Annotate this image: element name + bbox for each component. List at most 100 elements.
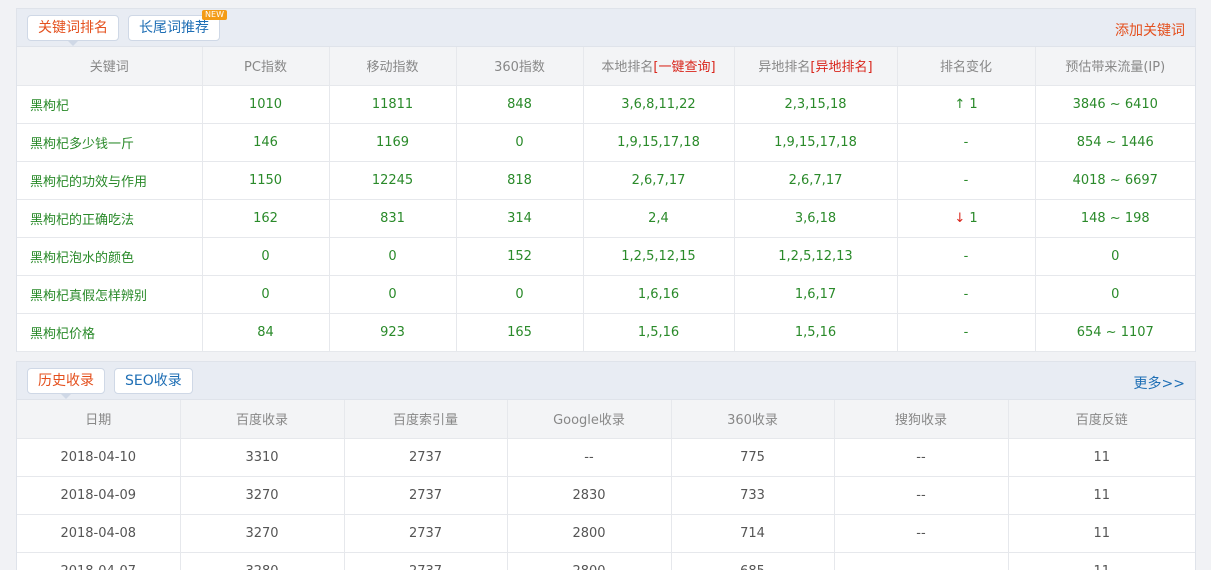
history-panel-header: 历史收录 SEO收录 更多>>: [17, 362, 1195, 400]
keyword-cell: 黑枸杞的功效与作用: [17, 161, 203, 200]
rank-change-cell: -: [897, 123, 1036, 162]
local-rank-cell: 1,5,16: [583, 313, 735, 352]
keyword-link[interactable]: 黑枸杞泡水的颜色: [30, 251, 134, 266]
traffic-cell: 854 ~ 1446: [1035, 123, 1195, 162]
rank-change-value: 1: [969, 210, 978, 226]
col-baidu: 百度收录: [180, 400, 345, 439]
s360-cell: 733: [671, 476, 835, 515]
tab-long-tail-recommend[interactable]: 长尾词推荐 NEW: [128, 10, 227, 41]
baidu-index-cell: 2737: [344, 476, 508, 515]
keyword-cell: 黑枸杞: [17, 85, 203, 124]
col-mobile-index: 移动指数: [329, 47, 457, 86]
rank-change-value: 1: [969, 96, 978, 112]
keyword-cell: 黑枸杞价格: [17, 313, 203, 352]
more-link[interactable]: 更多>>: [1134, 373, 1185, 393]
history-table: 日期 百度收录 百度索引量 Google收录 360收录 搜狗收录 百度反链 2…: [17, 400, 1195, 570]
one-click-query-link[interactable]: [一键查询]: [653, 60, 715, 75]
keyword-cell: 黑枸杞泡水的颜色: [17, 237, 203, 276]
table-header-row: 日期 百度收录 百度索引量 Google收录 360收录 搜狗收录 百度反链: [17, 400, 1195, 439]
col-backlinks: 百度反链: [1008, 400, 1195, 439]
keyword-cell: 黑枸杞多少钱一斤: [17, 123, 203, 162]
baidu-cell: 3270: [180, 476, 345, 515]
pc-index-cell: 146: [202, 123, 330, 162]
tab-seo-index[interactable]: SEO收录: [114, 368, 193, 394]
google-cell: 2800: [507, 514, 672, 553]
traffic-cell: 654 ~ 1107: [1035, 313, 1195, 352]
sogou-cell: --: [834, 476, 1009, 515]
local-rank-cell: 3,6,8,11,22: [583, 85, 735, 124]
rank-change-cell: ↓ 1: [897, 199, 1036, 238]
rank-change-cell: -: [897, 161, 1036, 200]
mobile-index-cell: 11811: [329, 85, 457, 124]
rank-change-cell: ↑ 1: [897, 85, 1036, 124]
pc-index-cell: 84: [202, 313, 330, 352]
col-360-index: 360指数: [456, 47, 584, 86]
traffic-cell: 3846 ~ 6410: [1035, 85, 1195, 124]
keyword-link[interactable]: 黑枸杞多少钱一斤: [30, 137, 134, 152]
mobile-index-cell: 0: [329, 237, 457, 276]
keyword-ranking-panel: 关键词排名 长尾词推荐 NEW 添加关键词 关键词 PC指数 移动指数 360指数…: [16, 8, 1196, 352]
tab-label: 历史收录: [38, 373, 94, 389]
keyword-link[interactable]: 黑枸杞: [30, 99, 69, 114]
table-row: 黑枸杞多少钱一斤 146 1169 0 1,9,15,17,18 1,9,15,17,18…: [17, 123, 1195, 162]
col-keyword: 关键词: [17, 47, 203, 86]
remote-rank-cell: 1,6,17: [734, 275, 898, 314]
remote-rank-link[interactable]: [异地排名]: [810, 60, 872, 75]
col-local-rank: 本地排名[一键查询]: [583, 47, 735, 86]
add-keyword-link[interactable]: 添加关键词: [1115, 20, 1185, 40]
rank-change-cell: -: [897, 275, 1036, 314]
baidu-cell: 3270: [180, 514, 345, 553]
col-date: 日期: [17, 400, 181, 439]
keyword-link[interactable]: 黑枸杞价格: [30, 327, 95, 342]
col-traffic: 预估带来流量(IP): [1035, 47, 1195, 86]
arrow-up-icon: ↑: [954, 96, 966, 112]
local-rank-cell: 2,4: [583, 199, 735, 238]
baidu-cell: 3280: [180, 552, 345, 570]
keyword-cell: 黑枸杞的正确吃法: [17, 199, 203, 238]
col-360: 360收录: [671, 400, 835, 439]
history-panel: 历史收录 SEO收录 更多>> 日期 百度收录 百度索引量 Google收录 3…: [16, 361, 1196, 570]
mobile-index-cell: 831: [329, 199, 457, 238]
baidu-index-cell: 2737: [344, 514, 508, 553]
pc-index-cell: 1010: [202, 85, 330, 124]
keyword-link[interactable]: 黑枸杞真假怎样辨别: [30, 289, 147, 304]
col-google: Google收录: [507, 400, 672, 439]
col-pc-index: PC指数: [202, 47, 330, 86]
s360-cell: 775: [671, 438, 835, 477]
sogou-cell: --: [834, 552, 1009, 570]
index-360-cell: 165: [456, 313, 584, 352]
index-360-cell: 152: [456, 237, 584, 276]
keyword-link[interactable]: 黑枸杞的功效与作用: [30, 175, 147, 190]
mobile-index-cell: 12245: [329, 161, 457, 200]
google-cell: 2800: [507, 552, 672, 570]
google-cell: 2830: [507, 476, 672, 515]
keyword-panel-header: 关键词排名 长尾词推荐 NEW 添加关键词: [17, 9, 1195, 47]
traffic-cell: 0: [1035, 237, 1195, 276]
remote-rank-label: 异地排名: [758, 60, 811, 76]
rank-change-value: -: [963, 172, 969, 188]
table-row: 2018-04-08 3270 2737 2800 714 -- 11: [17, 514, 1195, 553]
mobile-index-cell: 1169: [329, 123, 457, 162]
index-360-cell: 314: [456, 199, 584, 238]
date-cell: 2018-04-07: [17, 552, 181, 570]
tab-label: 关键词排名: [38, 20, 108, 36]
index-360-cell: 818: [456, 161, 584, 200]
tab-keyword-ranking[interactable]: 关键词排名: [27, 15, 119, 46]
tab-history-index[interactable]: 历史收录: [27, 368, 105, 399]
traffic-cell: 0: [1035, 275, 1195, 314]
baidu-cell: 3310: [180, 438, 345, 477]
keyword-link[interactable]: 黑枸杞的正确吃法: [30, 213, 134, 228]
baidu-index-cell: 2737: [344, 552, 508, 570]
col-baidu-index: 百度索引量: [344, 400, 508, 439]
traffic-cell: 148 ~ 198: [1035, 199, 1195, 238]
pc-index-cell: 0: [202, 237, 330, 276]
local-rank-cell: 1,2,5,12,15: [583, 237, 735, 276]
remote-rank-cell: 3,6,18: [734, 199, 898, 238]
rank-change-value: -: [963, 134, 969, 150]
pc-index-cell: 0: [202, 275, 330, 314]
pc-index-cell: 162: [202, 199, 330, 238]
col-sogou: 搜狗收录: [834, 400, 1009, 439]
keyword-table: 关键词 PC指数 移动指数 360指数 本地排名[一键查询] 异地排名[异地排名…: [17, 47, 1195, 352]
table-row: 黑枸杞的正确吃法 162 831 314 2,4 3,6,18 ↓ 1 148 ~ 198: [17, 199, 1195, 238]
remote-rank-cell: 2,3,15,18: [734, 85, 898, 124]
